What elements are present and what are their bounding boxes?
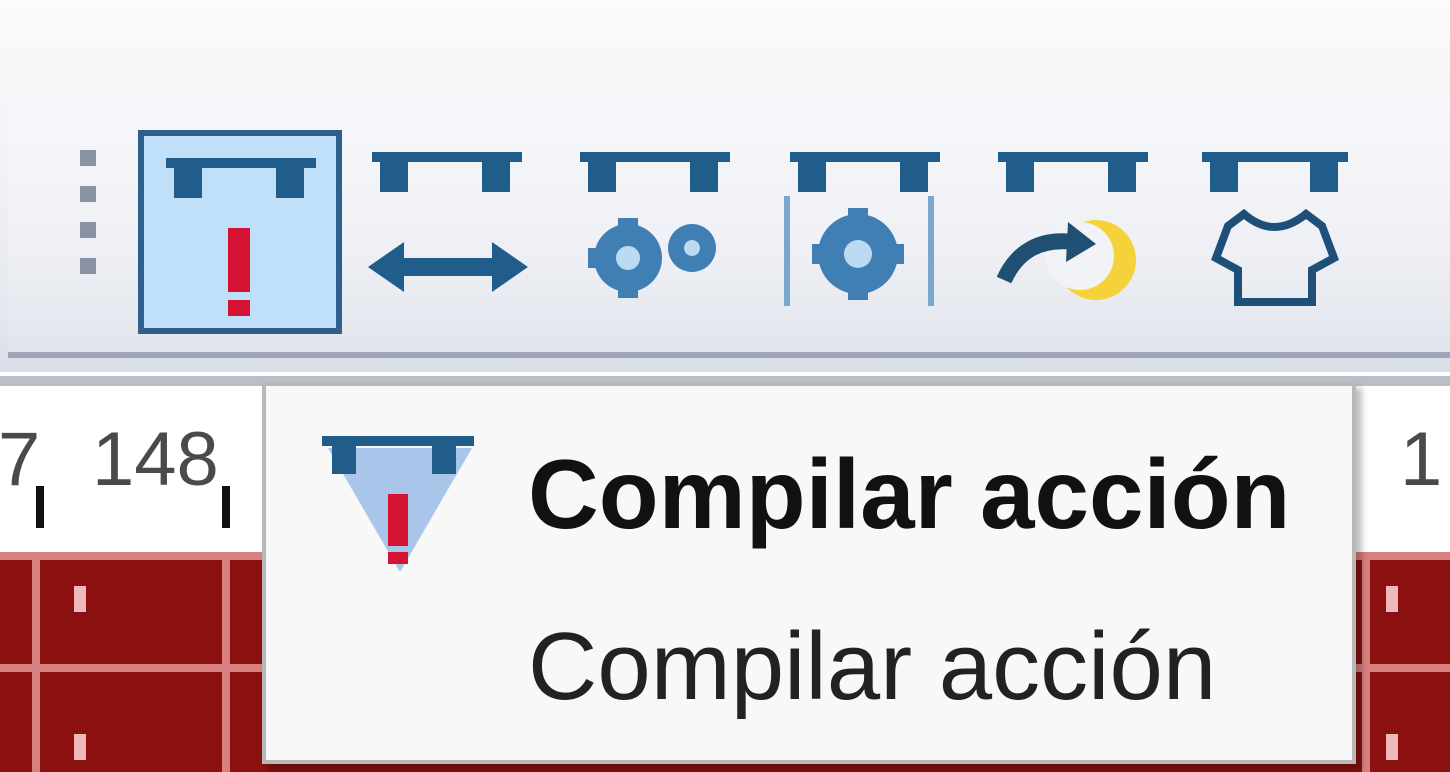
ruler-tick [222, 486, 230, 528]
framed-gear-action-button[interactable] [776, 130, 980, 334]
shirt-action-button[interactable] [1194, 130, 1398, 334]
compile-action-button[interactable] [138, 130, 342, 334]
redo-action-button[interactable] [984, 130, 1188, 334]
redo-action-icon [996, 152, 1148, 300]
ruler-label: 148 [92, 417, 219, 502]
grid-mark [74, 734, 86, 760]
grid-line [32, 552, 40, 772]
compile-action-icon [166, 158, 316, 316]
width-action-button[interactable] [358, 130, 562, 334]
framed-gear-action-icon [784, 152, 940, 306]
shirt-action-icon [1202, 152, 1348, 306]
grid-line [222, 552, 230, 772]
tooltip: Compilar acción Compilar acción [262, 382, 1356, 764]
tooltip-description: Compilar acción [528, 613, 1217, 720]
width-action-icon [368, 152, 528, 292]
gear-action-button[interactable] [566, 130, 770, 334]
ruler-label-partial-left: 7 [0, 417, 41, 502]
compile-action-icon [322, 436, 474, 572]
grid-line [1362, 552, 1370, 772]
gear-action-icon [580, 152, 730, 298]
toolbar-grip[interactable] [80, 150, 100, 310]
grid-mark [74, 586, 86, 612]
ruler-tick [36, 486, 44, 528]
grid-mark [1386, 734, 1398, 760]
ruler-label-partial-right: 1 [1400, 417, 1443, 502]
tooltip-title: Compilar acción [528, 439, 1291, 549]
grid-mark [1386, 586, 1398, 612]
